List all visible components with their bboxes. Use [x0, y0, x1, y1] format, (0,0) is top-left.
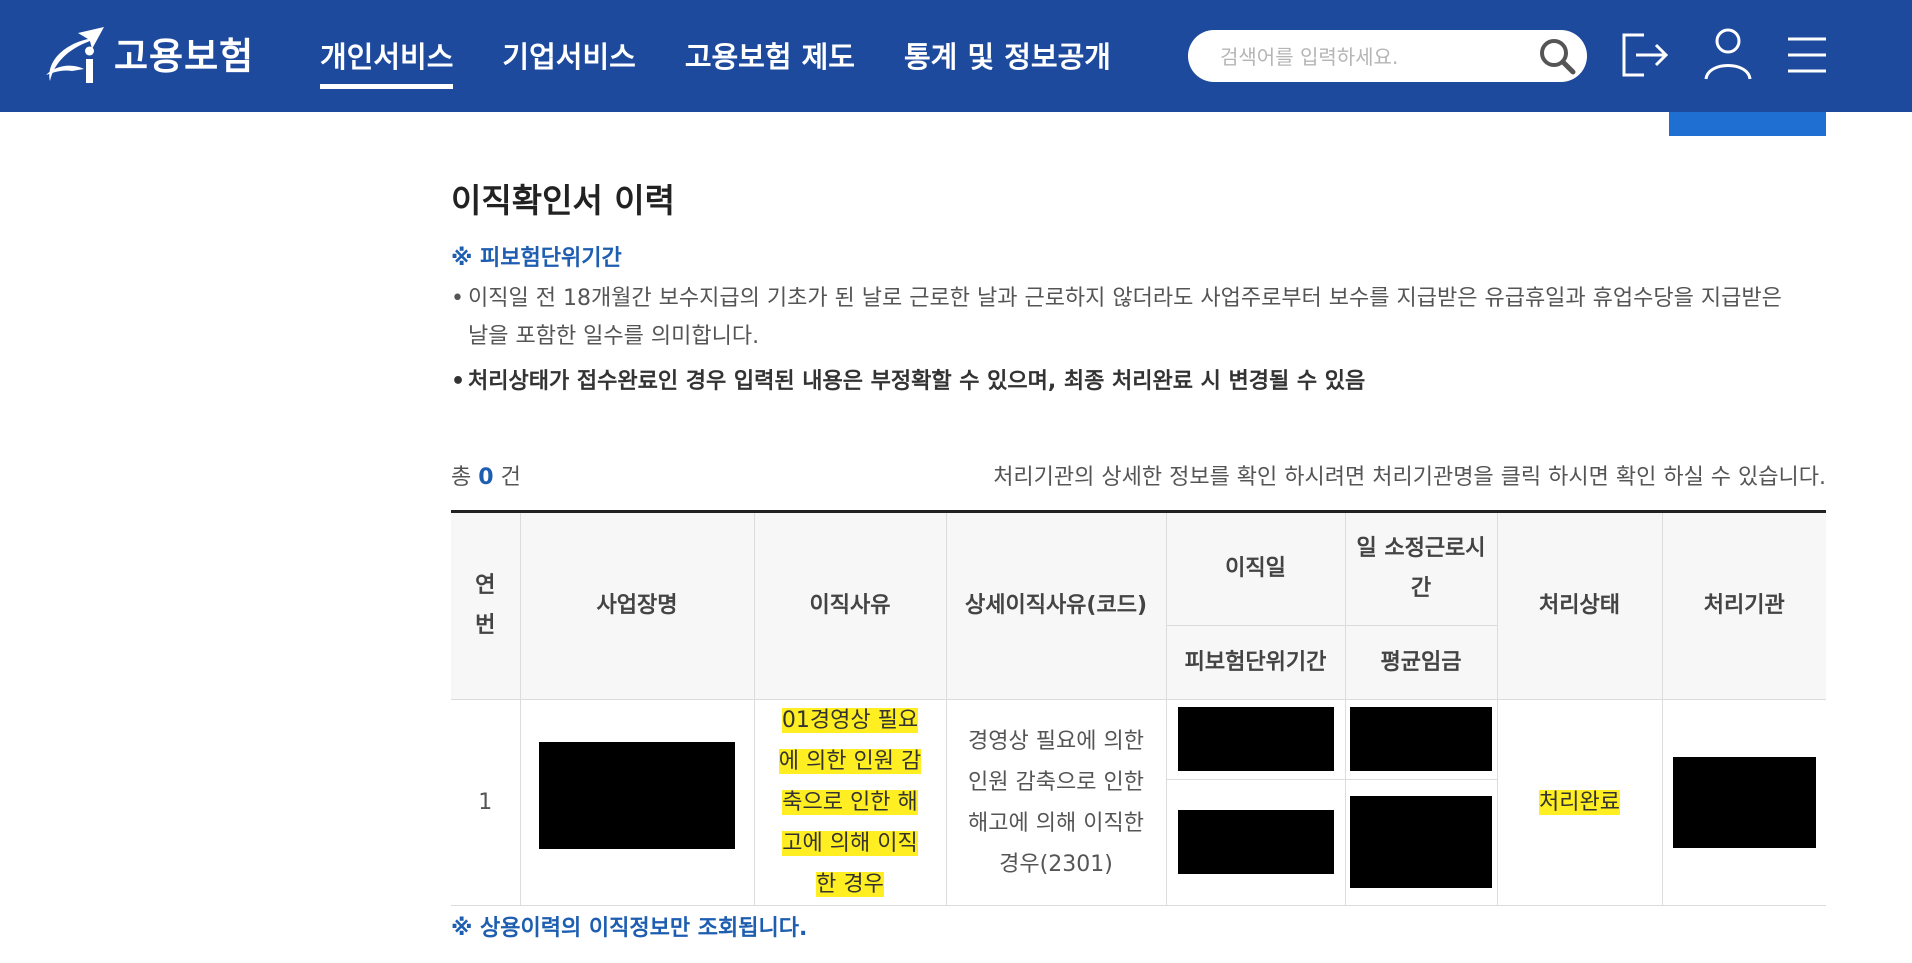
cell-work-hours [1344, 699, 1498, 780]
reason-text: 01경영상 필요에 의한 인원 감축으로 인한 해고에 의해 이직한 경우 [778, 708, 922, 897]
bullet-text: 처리상태가 접수완료인 경우 입력된 내용은 부정확할 수 있으며, 최종 처리… [468, 369, 1366, 394]
bullet-text: 이직일 전 18개월간 보수지급의 기초가 된 날로 근로한 날과 근로하지 않… [468, 286, 1782, 349]
redacted-block [1350, 796, 1492, 889]
header-status: 처리상태 [1496, 511, 1663, 700]
total-suffix: 건 [500, 465, 521, 490]
bullet-dot: • [451, 286, 464, 311]
search-icon [1540, 39, 1576, 75]
search-box [1188, 30, 1587, 82]
detail-reason-text: 경영상 필요에 의한 인원 감축으로 인한 해고에 의해 이직한 경우(2301… [968, 728, 1144, 877]
cell-avg-wage [1344, 778, 1497, 907]
agency-info-text: 처리기관의 상세한 정보를 확인 하시려면 처리기관명을 클릭 하시면 확인 하… [993, 465, 1826, 490]
info-bullet: • 이직일 전 18개월간 보수지급의 기초가 된 날로 근로한 날과 근로하지… [451, 280, 1791, 356]
bottom-note: ※ 상용이력의 이직정보만 조회됩니다. [451, 916, 808, 941]
cut-off-button[interactable] [1669, 112, 1826, 136]
nav-item-statistics[interactable]: 통계 및 정보공개 [904, 34, 1111, 89]
cell-detail-reason: 경영상 필요에 의한 인원 감축으로 인한 해고에 의해 이직한 경우(2301… [945, 699, 1167, 906]
cell-reason: 01경영상 필요에 의한 인원 감축으로 인한 해고에 의해 이직한 경우 [753, 699, 947, 906]
header-reason: 이직사유 [753, 511, 947, 700]
redacted-block [1177, 707, 1334, 772]
header-agency: 처리기관 [1661, 511, 1826, 700]
redacted-block [1350, 707, 1492, 772]
page-title: 이직확인서 이력 [451, 181, 676, 220]
status-badge: 처리완료 [1539, 790, 1620, 815]
user-icon [1704, 28, 1752, 80]
redacted-block [1672, 757, 1816, 848]
total-number: 0 [478, 465, 494, 490]
header-no: 연번 [451, 511, 521, 700]
cell-agency[interactable] [1661, 699, 1826, 906]
my-page-button[interactable] [1700, 25, 1756, 85]
cell-insured-period [1166, 778, 1346, 907]
header-avg-wage: 평균임금 [1344, 625, 1497, 700]
redacted-block [539, 742, 735, 849]
logo-icon [46, 27, 104, 83]
separation-history-table: 연번 사업장명 이직사유 상세이직사유(코드) 이직일 일 소정근로시간 처리상… [451, 510, 1826, 907]
top-header: 고용보험 개인서비스 기업서비스 고용보험 제도 통계 및 정보공개 [0, 0, 1912, 112]
header-leave-date: 이직일 [1165, 511, 1346, 626]
header-company: 사업장명 [519, 511, 755, 700]
header-insured-period: 피보험단위기간 [1166, 625, 1346, 700]
logout-button[interactable] [1618, 25, 1674, 85]
nav-item-business-services[interactable]: 기업서비스 [502, 34, 635, 89]
search-input[interactable] [1218, 40, 1522, 74]
logout-icon [1622, 33, 1669, 77]
note-heading: ※ 피보험단위기간 [451, 246, 622, 271]
menu-icon [1788, 37, 1826, 73]
main-nav: 개인서비스 기업서비스 고용보험 제도 통계 및 정보공개 [320, 34, 1160, 89]
total-prefix: 총 [451, 465, 472, 490]
total-count: 총 0 건 [451, 459, 521, 491]
redacted-block [1177, 810, 1334, 875]
search-button[interactable] [1537, 36, 1577, 76]
nav-item-personal-services[interactable]: 개인서비스 [320, 34, 454, 89]
header-detail-reason: 상세이직사유(코드) [945, 511, 1167, 700]
nav-item-insurance-system[interactable]: 고용보험 제도 [685, 34, 855, 89]
cell-company [519, 699, 755, 906]
bullet-dot: • [451, 369, 466, 394]
warning-bullet: • 처리상태가 접수완료인 경우 입력된 내용은 부정확할 수 있으며, 최종 … [451, 363, 1791, 401]
menu-button[interactable] [1780, 25, 1836, 85]
header-work-hours: 일 소정근로시간 [1344, 511, 1498, 626]
cell-no: 1 [451, 699, 521, 906]
cell-leave-date [1165, 699, 1346, 780]
logo-text: 고용보험 [114, 35, 255, 78]
site-logo[interactable]: 고용보험 [42, 18, 254, 88]
cell-status: 처리완료 [1496, 699, 1663, 906]
